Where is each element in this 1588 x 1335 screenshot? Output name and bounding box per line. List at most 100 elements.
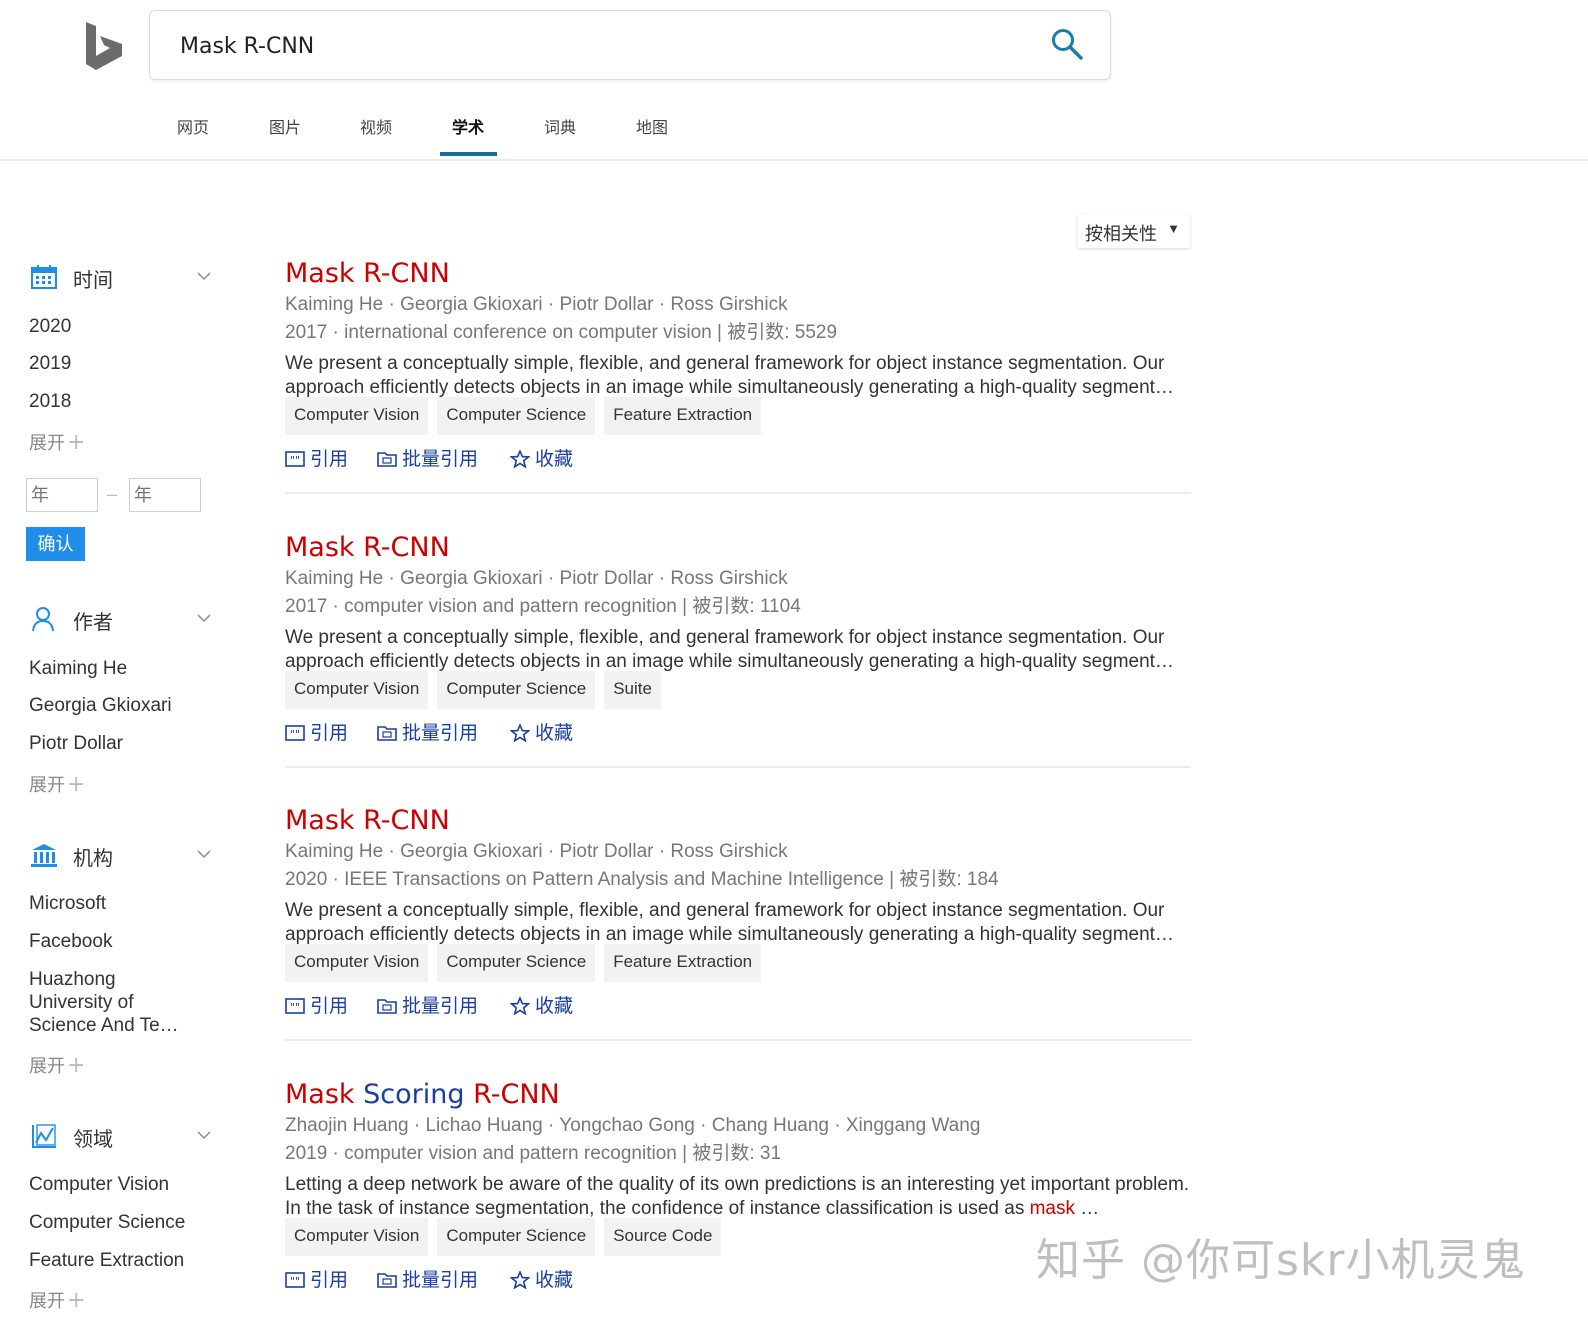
batch-cite-button[interactable]: 批量引用 bbox=[377, 718, 478, 745]
cite-button[interactable]: " " 引用 bbox=[285, 991, 348, 1018]
facet-item-2020[interactable]: 2020 bbox=[29, 315, 71, 338]
plus-icon: + bbox=[67, 1288, 86, 1313]
sort-dropdown[interactable]: 按相关性 ▼ bbox=[1078, 214, 1190, 248]
facet-time-header[interactable]: 时间 bbox=[30, 262, 220, 292]
field-expand-link[interactable]: 展开+ bbox=[29, 1287, 85, 1313]
favorite-button[interactable]: 收藏 bbox=[509, 1265, 574, 1292]
chevron-down-icon[interactable] bbox=[196, 268, 212, 284]
year-to-input[interactable] bbox=[129, 478, 201, 512]
tag-chip[interactable]: Computer Vision bbox=[285, 397, 429, 435]
facet-item-field[interactable]: Computer Vision bbox=[29, 1173, 169, 1196]
tag-chip[interactable]: Computer Vision bbox=[285, 944, 429, 982]
cite-button[interactable]: " " 引用 bbox=[285, 1265, 348, 1292]
facet-item-author[interactable]: Kaiming He bbox=[29, 657, 127, 680]
abstract-ellipsis: … bbox=[1080, 1198, 1100, 1219]
cite-button[interactable]: " " 引用 bbox=[285, 718, 348, 745]
result-title-link[interactable]: Mask R-CNN bbox=[285, 532, 450, 563]
year-from-input[interactable] bbox=[26, 478, 98, 512]
favorite-button[interactable]: 收藏 bbox=[509, 718, 574, 745]
favorite-label: 收藏 bbox=[535, 1269, 574, 1291]
tag-chip[interactable]: Feature Extraction bbox=[604, 944, 762, 982]
filter-sidebar: 时间 2020 2019 2018 展开+ – 确认 作者 Kaiming He… bbox=[0, 180, 240, 1330]
expand-label: 展开 bbox=[29, 1056, 65, 1077]
star-icon bbox=[509, 448, 531, 469]
facet-org-header[interactable]: 机构 bbox=[30, 840, 220, 870]
batch-cite-button[interactable]: 批量引用 bbox=[377, 1265, 478, 1292]
facet-field-header[interactable]: 领域 bbox=[30, 1121, 220, 1151]
org-expand-link[interactable]: 展开+ bbox=[29, 1052, 85, 1078]
expand-label: 展开 bbox=[29, 775, 65, 796]
plus-icon: + bbox=[67, 772, 86, 797]
result-authors[interactable]: Kaiming He · Georgia Gkioxari · Piotr Do… bbox=[285, 841, 788, 863]
facet-item-org[interactable]: Huazhong University of Science And Te… bbox=[29, 968, 189, 1037]
facet-item-author[interactable]: Piotr Dollar bbox=[29, 732, 123, 755]
tag-chip[interactable]: Computer Science bbox=[437, 397, 596, 435]
tab-web[interactable]: 网页 bbox=[177, 114, 209, 138]
chevron-down-icon[interactable] bbox=[196, 1127, 212, 1143]
result-authors[interactable]: Kaiming He · Georgia Gkioxari · Piotr Do… bbox=[285, 568, 788, 590]
chevron-down-icon[interactable] bbox=[196, 846, 212, 862]
favorite-button[interactable]: 收藏 bbox=[509, 444, 574, 471]
tab-images[interactable]: 图片 bbox=[269, 114, 301, 138]
facet-author-header[interactable]: 作者 bbox=[30, 604, 220, 634]
cite-label: 引用 bbox=[310, 448, 349, 470]
cite-label: 引用 bbox=[310, 1269, 349, 1291]
favorite-label: 收藏 bbox=[535, 448, 574, 470]
sort-label: 按相关性 bbox=[1085, 224, 1157, 245]
result-tags: Computer Vision Computer Science Feature… bbox=[285, 397, 770, 435]
vertical-tabs: 网页 图片 视频 学术 词典 地图 bbox=[0, 100, 800, 159]
result-meta: 2017 · computer vision and pattern recog… bbox=[285, 596, 801, 617]
batch-cite-button[interactable]: 批量引用 bbox=[377, 444, 478, 471]
chevron-down-icon[interactable] bbox=[196, 610, 212, 626]
tab-videos[interactable]: 视频 bbox=[360, 114, 392, 138]
facet-item-2018[interactable]: 2018 bbox=[29, 390, 71, 413]
facet-item-org[interactable]: Facebook bbox=[29, 930, 112, 953]
tag-chip[interactable]: Computer Science bbox=[437, 944, 596, 982]
tag-chip[interactable]: Computer Vision bbox=[285, 671, 429, 709]
result-title-link[interactable]: Mask R-CNN bbox=[285, 805, 450, 836]
result-tags: Computer Vision Computer Science Feature… bbox=[285, 944, 770, 982]
search-icon[interactable] bbox=[1050, 27, 1084, 61]
result-title-link[interactable]: Mask R-CNN bbox=[285, 258, 450, 289]
author-expand-link[interactable]: 展开+ bbox=[29, 771, 85, 797]
result-authors[interactable]: Zhaojin Huang · Lichao Huang · Yongchao … bbox=[285, 1115, 980, 1137]
svg-text:": " bbox=[295, 454, 300, 467]
title-part: R-CNN bbox=[473, 1079, 560, 1110]
tag-chip[interactable]: Source Code bbox=[604, 1218, 722, 1256]
cite-button[interactable]: " " 引用 bbox=[285, 444, 348, 471]
facet-item-author[interactable]: Georgia Gkioxari bbox=[29, 694, 172, 717]
facet-item-2019[interactable]: 2019 bbox=[29, 352, 71, 375]
tag-chip[interactable]: Computer Vision bbox=[285, 1218, 429, 1256]
result-abstract: We present a conceptually simple, flexib… bbox=[285, 900, 1174, 945]
result-title-link[interactable]: Mask Scoring R-CNN bbox=[285, 1079, 560, 1110]
batch-cite-button[interactable]: 批量引用 bbox=[377, 991, 478, 1018]
batch-cite-label: 批量引用 bbox=[402, 448, 479, 470]
facet-item-org[interactable]: Microsoft bbox=[29, 892, 106, 915]
tag-chip[interactable]: Computer Science bbox=[437, 1218, 596, 1256]
bing-logo-icon[interactable] bbox=[84, 22, 124, 70]
tag-chip[interactable]: Computer Science bbox=[437, 671, 596, 709]
facet-item-field[interactable]: Feature Extraction bbox=[29, 1249, 184, 1272]
favorite-button[interactable]: 收藏 bbox=[509, 991, 573, 1018]
favorite-label: 收藏 bbox=[535, 722, 574, 744]
tab-academic[interactable]: 学术 bbox=[452, 114, 484, 138]
tag-chip[interactable]: Feature Extraction bbox=[604, 397, 762, 435]
tab-dictionary[interactable]: 词典 bbox=[544, 114, 576, 138]
tab-maps[interactable]: 地图 bbox=[636, 114, 668, 138]
search-input[interactable] bbox=[178, 27, 1042, 65]
facet-time-title: 时间 bbox=[73, 268, 113, 292]
expand-label: 展开 bbox=[29, 433, 65, 454]
confirm-button[interactable]: 确认 bbox=[26, 527, 85, 561]
plus-icon: + bbox=[67, 1053, 86, 1078]
dropdown-arrow-icon: ▼ bbox=[1167, 221, 1180, 236]
tag-chip[interactable]: Suite bbox=[604, 671, 661, 709]
result-abstract: We present a conceptually simple, flexib… bbox=[285, 353, 1174, 398]
time-expand-link[interactable]: 展开+ bbox=[29, 429, 85, 455]
expand-label: 展开 bbox=[29, 1291, 65, 1312]
title-part: Mask bbox=[285, 1079, 355, 1110]
title-part: Scoring bbox=[363, 1079, 465, 1110]
batch-cite-label: 批量引用 bbox=[402, 995, 479, 1017]
facet-field-title: 领域 bbox=[73, 1127, 113, 1151]
result-authors[interactable]: Kaiming He · Georgia Gkioxari · Piotr Do… bbox=[285, 294, 788, 316]
facet-item-field[interactable]: Computer Science bbox=[29, 1211, 185, 1234]
